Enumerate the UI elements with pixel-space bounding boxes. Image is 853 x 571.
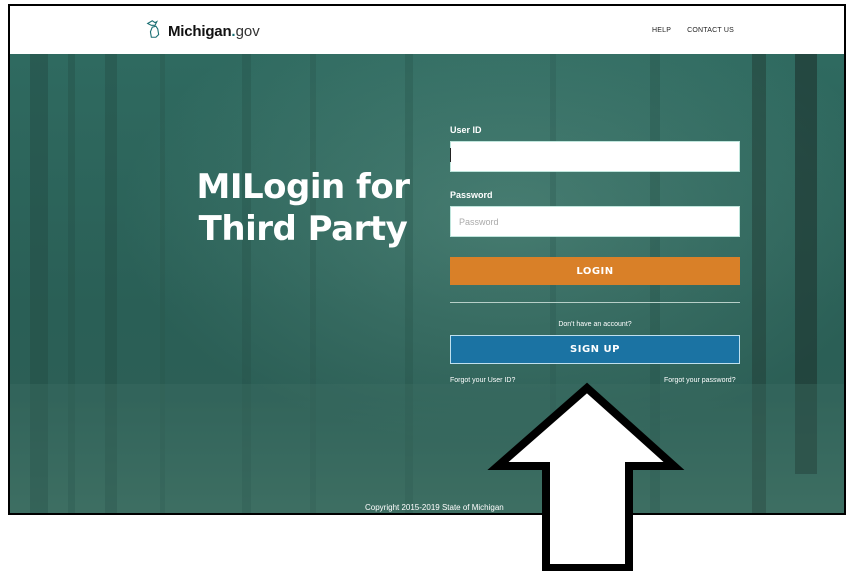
up-arrow-icon [487,382,685,571]
